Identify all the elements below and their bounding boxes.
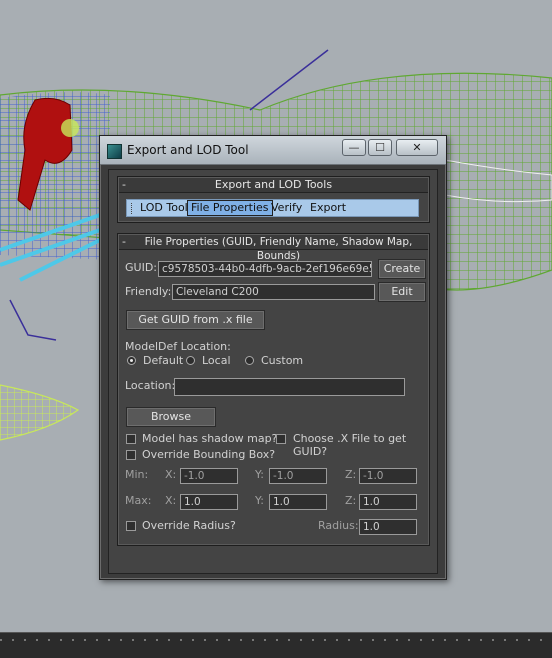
max-x-label: X:: [165, 494, 177, 507]
location-label: Location:: [125, 379, 176, 392]
max-x-field[interactable]: 1.0: [180, 494, 238, 510]
max-y-label: Y:: [255, 494, 264, 507]
minimize-button[interactable]: —: [342, 139, 366, 156]
override-radius-label[interactable]: Override Radius?: [142, 519, 236, 532]
app-icon: [107, 144, 122, 159]
modeldef-label: ModelDef Location:: [125, 340, 231, 353]
radio-default-label[interactable]: Default: [143, 354, 183, 367]
tab-export[interactable]: Export: [307, 201, 349, 215]
radius-field[interactable]: 1.0: [359, 519, 417, 535]
status-bar: [0, 632, 552, 658]
window-title: Export and LOD Tool: [127, 143, 249, 157]
min-x-field[interactable]: -1.0: [180, 468, 238, 484]
radio-custom-label[interactable]: Custom: [261, 354, 303, 367]
min-z-label: Z:: [345, 468, 357, 481]
dialog-client: - Export and LOD Tools LOD Tool File Pro…: [108, 169, 438, 574]
friendly-name-field[interactable]: Cleveland C200: [172, 284, 375, 300]
friendly-label: Friendly:: [125, 285, 172, 298]
get-guid-button[interactable]: Get GUID from .x file: [126, 310, 265, 330]
min-label: Min:: [125, 468, 149, 481]
override-bbox-label[interactable]: Override Bounding Box?: [142, 448, 275, 461]
min-z-field[interactable]: -1.0: [359, 468, 417, 484]
min-y-field[interactable]: -1.0: [269, 468, 327, 484]
edit-button[interactable]: Edit: [378, 282, 426, 302]
toolbar-grip-icon[interactable]: [131, 203, 134, 214]
tab-file-properties[interactable]: File Properties: [187, 200, 273, 216]
browse-button[interactable]: Browse: [126, 407, 216, 427]
max-y-field[interactable]: 1.0: [269, 494, 327, 510]
shadow-map-checkbox[interactable]: [126, 434, 136, 444]
export-lod-dialog: Export and LOD Tool — ☐ ✕ - Export and L…: [99, 135, 447, 580]
min-y-label: Y:: [255, 468, 264, 481]
override-bbox-checkbox[interactable]: [126, 450, 136, 460]
file-properties-rollout: - File Properties (GUID, Friendly Name, …: [117, 233, 430, 546]
radio-custom[interactable]: [245, 356, 254, 365]
location-field[interactable]: [174, 378, 405, 396]
override-radius-checkbox[interactable]: [126, 521, 136, 531]
max-z-label: Z:: [345, 494, 357, 507]
tool-tabbar: LOD Tool File Properties Verify Export: [126, 199, 419, 217]
title-bar[interactable]: Export and LOD Tool — ☐ ✕: [100, 136, 446, 165]
choose-x-checkbox[interactable]: [276, 434, 286, 444]
max-label: Max:: [125, 494, 152, 507]
radio-local-label[interactable]: Local: [202, 354, 231, 367]
guid-field[interactable]: c9578503-44b0-4dfb-9acb-2ef196e69e53: [158, 261, 372, 277]
tools-rollout-header[interactable]: - Export and LOD Tools: [119, 178, 428, 193]
tab-lod-tool[interactable]: LOD Tool: [137, 201, 191, 215]
tools-rollout: - Export and LOD Tools LOD Tool File Pro…: [117, 176, 430, 223]
maximize-button[interactable]: ☐: [368, 139, 392, 156]
collapse-icon[interactable]: -: [122, 235, 126, 248]
close-button[interactable]: ✕: [396, 139, 438, 156]
min-x-label: X:: [165, 468, 177, 481]
create-button[interactable]: Create: [378, 259, 426, 279]
radio-local[interactable]: [186, 356, 195, 365]
props-rollout-header[interactable]: - File Properties (GUID, Friendly Name, …: [119, 235, 428, 262]
tab-verify[interactable]: Verify: [268, 201, 305, 215]
choose-x-label[interactable]: Choose .X File to get GUID?: [293, 432, 429, 458]
guid-label: GUID:: [125, 261, 157, 274]
radius-label: Radius:: [318, 519, 359, 532]
max-z-field[interactable]: 1.0: [359, 494, 417, 510]
tools-rollout-title: Export and LOD Tools: [214, 178, 333, 191]
radio-default[interactable]: [127, 356, 136, 365]
shadow-map-label[interactable]: Model has shadow map?: [142, 432, 277, 445]
